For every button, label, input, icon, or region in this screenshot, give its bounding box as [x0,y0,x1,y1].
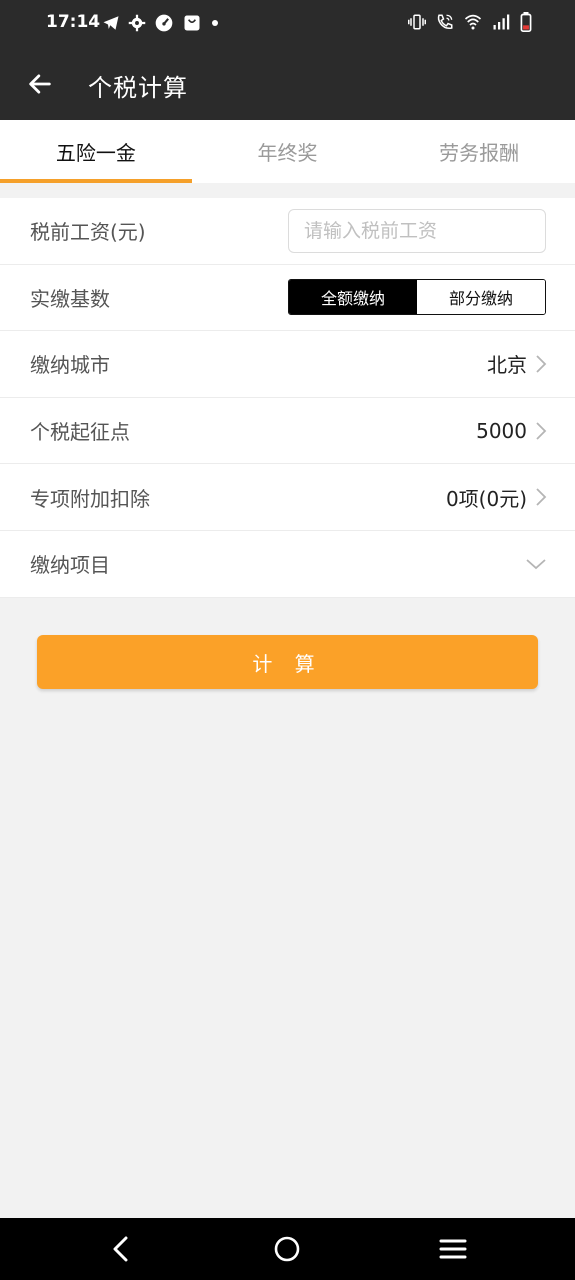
recents-nav-icon [439,1239,467,1259]
salary-row: 税前工资(元) [0,198,575,265]
arrow-left-icon [29,74,51,94]
tab-social-insurance[interactable]: 五险一金 [0,120,192,183]
dot-icon [212,20,218,26]
salary-input[interactable] [288,208,546,253]
city-value: 北京 [487,353,527,378]
tab-year-end-bonus[interactable]: 年终奖 [192,120,384,183]
wifi-calling-icon [437,14,453,30]
tax-form: 税前工资(元) 实缴基数 全额缴纳 部分缴纳 缴纳城市 北京 个税起征点 500… [0,198,575,598]
threshold-label: 个税起征点 [30,420,130,445]
base-label: 实缴基数 [30,286,110,311]
nav-home-button[interactable] [267,1232,307,1266]
wifi-icon [464,14,482,30]
tab-bar: 五险一金 年终奖 劳务报酬 [0,120,575,183]
chevron-right-icon [536,488,547,506]
app-bar: 个税计算 [0,46,575,120]
speedometer-icon [155,14,173,32]
base-segmented-control: 全额缴纳 部分缴纳 [288,279,546,316]
deduction-value: 0项(0元) [445,486,527,511]
page-title: 个税计算 [88,74,188,102]
deduction-value-group: 0项(0元) [446,483,547,512]
status-time: 17:14 [46,12,101,32]
salary-label: 税前工资(元) [30,220,146,245]
nav-back-button[interactable] [101,1232,141,1266]
back-nav-icon [113,1236,128,1262]
chevron-down-icon [526,559,546,569]
city-value-group: 北京 [487,349,547,378]
chevron-right-icon [536,355,547,373]
system-nav-bar [0,1218,575,1280]
chevron-right-icon [536,421,547,440]
signal-icon [493,14,510,30]
telegram-icon [103,16,119,30]
home-nav-icon [274,1236,300,1262]
deduction-row[interactable]: 专项附加扣除 0项(0元) [0,464,575,531]
tab-labor-remuneration[interactable]: 劳务报酬 [383,120,575,183]
threshold-row[interactable]: 个税起征点 5000 [0,398,575,465]
threshold-value: 5000 [476,418,527,443]
nav-recents-button[interactable] [433,1232,473,1266]
calculate-button[interactable]: 计 算 [37,635,538,689]
status-bar: 17:14 [0,0,575,46]
full-payment-option[interactable]: 全额缴纳 [289,280,417,315]
items-label: 缴纳项目 [30,553,110,578]
battery-icon [520,12,532,32]
base-row: 实缴基数 全额缴纳 部分缴纳 [0,265,575,332]
items-row[interactable]: 缴纳项目 [0,531,575,598]
vibrate-icon [408,14,426,30]
deduction-label: 专项附加扣除 [30,486,150,511]
threshold-value-group: 5000 [476,419,547,443]
status-left-icons [102,13,220,33]
city-row[interactable]: 缴纳城市 北京 [0,331,575,398]
city-label: 缴纳城市 [30,353,110,378]
partial-payment-option[interactable]: 部分缴纳 [417,280,545,315]
settings-icon [128,14,146,32]
back-button[interactable] [22,66,58,102]
shopping-bag-icon [184,15,200,31]
status-right-icons [407,12,533,32]
